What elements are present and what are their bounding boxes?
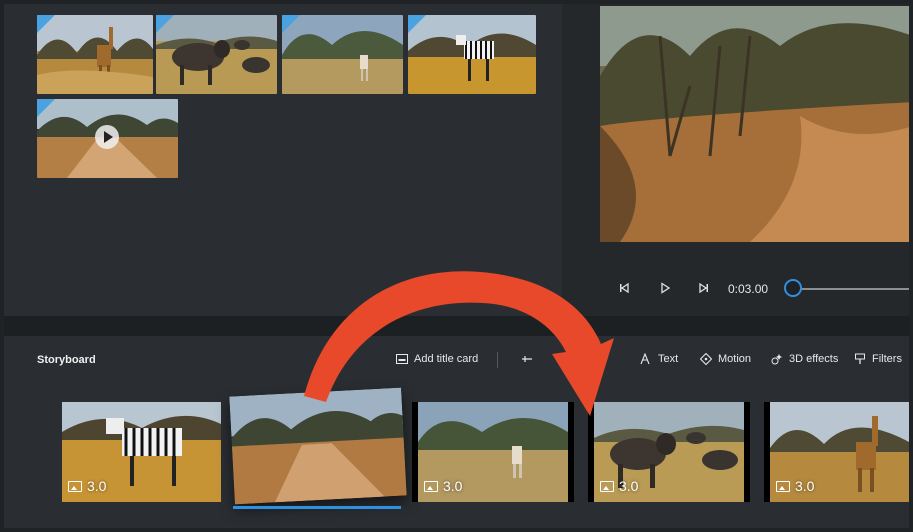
wildebeest-image <box>156 15 277 94</box>
text-button[interactable]: Text <box>640 352 679 365</box>
selected-corner-icon <box>37 99 55 117</box>
storyboard-clip-dirt-road[interactable] <box>229 387 407 505</box>
play-icon[interactable] <box>659 282 671 297</box>
clip-duration: 3.0 <box>424 478 462 494</box>
clip-duration-value: 3.0 <box>443 478 463 494</box>
video-preview <box>600 6 909 242</box>
clip-duration: 3.0 <box>600 478 638 494</box>
clip-duration: 3.0 <box>68 478 106 494</box>
clip-duration-value: 3.0 <box>795 478 815 494</box>
filters-button[interactable]: Filters <box>854 353 902 365</box>
trim-icon[interactable] <box>521 353 533 365</box>
selected-clip-indicator <box>233 506 401 509</box>
motion-label: Motion <box>718 353 752 365</box>
clip-duration: 3.0 <box>776 478 814 494</box>
library-item-wildebeest[interactable] <box>156 15 277 94</box>
play-icon[interactable] <box>95 125 119 149</box>
filters-icon <box>854 353 866 365</box>
toolbar-divider <box>497 352 498 368</box>
add-title-card-button[interactable]: Add title card <box>396 353 478 365</box>
image-icon <box>776 480 790 492</box>
dirt-road-clip-image <box>229 387 407 505</box>
text-icon <box>640 352 652 365</box>
selected-corner-icon <box>156 15 174 33</box>
title-card-icon <box>396 353 408 365</box>
clip-duration-value: 3.0 <box>619 478 639 494</box>
image-icon <box>68 480 82 492</box>
add-title-card-label: Add title card <box>414 353 479 365</box>
timecode-display: 0:03.00 <box>728 282 769 296</box>
motion-button[interactable]: Motion <box>699 352 752 366</box>
storyboard-title: Storyboard <box>37 354 96 366</box>
3d-effects-button[interactable]: 3D effects <box>771 353 838 365</box>
library-item-giraffe[interactable] <box>37 15 153 94</box>
library-item-antelope[interactable] <box>282 15 403 94</box>
text-label: Text <box>658 353 679 365</box>
app-window: 0:03.00 Storyboard Add title card Text M… <box>4 4 909 528</box>
zebra-image <box>408 15 536 94</box>
image-icon <box>424 480 438 492</box>
motion-icon <box>699 352 713 366</box>
next-frame-icon[interactable] <box>698 282 710 297</box>
clip-duration-value: 3.0 <box>87 478 107 494</box>
library-item-zebra[interactable] <box>408 15 536 94</box>
preview-frame-image <box>600 6 909 242</box>
selected-corner-icon <box>282 15 300 33</box>
previous-frame-icon[interactable] <box>618 282 630 297</box>
project-library <box>4 4 562 316</box>
player-controls: 0:03.00 <box>604 274 909 304</box>
selected-corner-icon <box>37 15 55 33</box>
storyboard-clip-zebra[interactable]: 3.0 <box>62 402 221 502</box>
filters-label: Filters <box>872 353 902 365</box>
seek-track[interactable] <box>800 288 909 290</box>
storyboard-clip-giraffe[interactable]: 3.0 <box>764 402 909 502</box>
selected-corner-icon <box>408 15 426 33</box>
effects-3d-icon <box>771 353 783 365</box>
3d-effects-label: 3D effects <box>789 353 839 365</box>
image-icon <box>600 480 614 492</box>
storyboard-clip-antelope[interactable]: 3.0 <box>412 402 574 502</box>
separator-band <box>4 316 909 336</box>
storyboard-clip-wildebeest[interactable]: 3.0 <box>588 402 750 502</box>
antelope-image <box>282 15 403 94</box>
storyboard-panel: Storyboard Add title card Text Motion 3D… <box>4 336 909 528</box>
library-item-dirt-road-video[interactable] <box>37 99 178 178</box>
seek-thumb[interactable] <box>784 279 802 297</box>
